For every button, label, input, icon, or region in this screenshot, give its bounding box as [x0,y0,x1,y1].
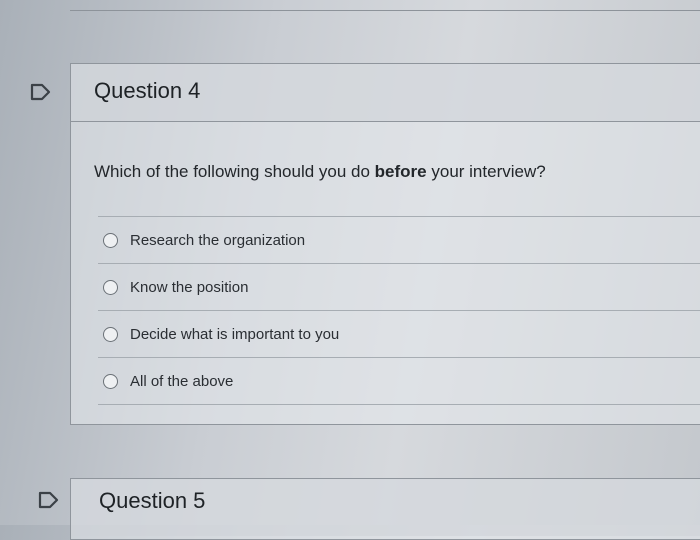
answer-list: Research the organization Know the posit… [98,216,700,405]
question-text-start: Which of the following should you do [94,162,375,181]
question-4-header: Question 4 [71,64,700,122]
question-5-title: Question 5 [99,488,206,513]
answer-option-know-position[interactable]: Know the position [98,263,700,310]
answer-label: Decide what is important to you [130,325,340,343]
question-text-emphasis: before [374,162,427,181]
answer-option-decide-important[interactable]: Decide what is important to you [98,310,700,357]
flag-question-5-icon[interactable] [38,491,60,509]
question-text-end: your interview? [426,162,546,181]
question-4-text: Which of the following should you do bef… [94,162,546,182]
answer-label: Research the organization [130,231,306,249]
question-5-card: Question 5 [70,478,700,540]
question-5-header: Question 5 [71,479,700,536]
answer-option-research[interactable]: Research the organization [98,216,700,263]
radio-button-icon[interactable] [103,279,118,295]
radio-button-icon[interactable] [103,373,118,389]
question-4-title: Question 4 [94,78,201,103]
answer-label: Know the position [130,278,249,296]
radio-button-icon[interactable] [103,232,118,248]
flag-question-4-icon[interactable] [30,83,52,101]
previous-question-border [70,0,700,11]
answer-option-all[interactable]: All of the above [98,357,700,405]
question-4-card: Question 4 Which of the following should… [70,63,700,425]
answer-label: All of the above [130,372,234,390]
radio-button-icon[interactable] [103,326,118,342]
